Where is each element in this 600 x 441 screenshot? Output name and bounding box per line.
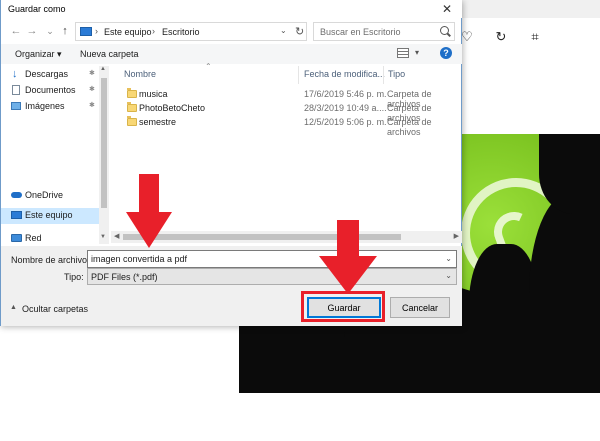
forward-button[interactable]: → [25,23,39,39]
table-row[interactable]: semestre 12/5/2019 5:06 p. m. Carpeta de… [111,116,462,137]
search-icon [440,26,449,35]
table-row[interactable]: musica 17/6/2019 5:46 p. m. Carpeta de a… [111,88,462,109]
breadcrumb-escritorio[interactable]: Escritorio [162,27,200,37]
chevron-down-icon[interactable]: ⌄ [280,26,287,35]
computer-icon [11,211,22,219]
pin-icon: ✱ [89,70,95,77]
scroll-left-icon[interactable]: ◀ [114,232,119,240]
folder-icon [127,102,137,112]
new-folder-button[interactable]: Nueva carpeta [80,49,139,59]
sidebar-item-este-equipo[interactable]: Este equipo [11,209,99,223]
sort-ascending-icon: ⌃ [205,62,212,71]
command-bar: Organizar ▾ Nueva carpeta ▾ ? [1,44,462,64]
sidebar-item-label: Este equipo [25,210,73,220]
scroll-down-icon[interactable]: ▼ [100,234,106,240]
crop-icon[interactable]: ⌗ [528,30,542,44]
dialog-title: Guardar como [8,4,66,14]
sidebar-item-descargas[interactable]: ↓ Descargas ✱ [11,68,99,82]
refresh-icon[interactable]: ↻ [295,25,304,38]
chevron-right-icon[interactable]: › [152,26,155,36]
file-date: 17/6/2019 5:46 p. m. [304,89,387,99]
chevron-down-icon[interactable]: ⌄ [445,254,452,263]
red-arrow-annotation [126,174,172,248]
dialog-titlebar[interactable]: Guardar como ✕ [1,0,462,18]
recent-locations-button[interactable]: ⌄ [43,23,57,39]
scroll-right-icon[interactable]: ▶ [454,232,459,240]
chevron-down-icon[interactable]: ▾ [415,48,419,57]
sidebar-item-label: Descargas [25,69,69,79]
save-button-highlight [301,291,385,322]
sidebar-item-onedrive[interactable]: OneDrive [11,189,99,203]
network-icon [11,234,22,242]
file-name: PhotoBetoCheto [139,103,206,113]
help-icon[interactable]: ? [440,47,452,59]
navigation-pane: ↓ Descargas ✱ Documentos ✱ Imágenes ✱ On… [1,66,109,244]
sidebar-item-imagenes[interactable]: Imágenes ✱ [11,100,99,114]
view-options-icon[interactable] [397,48,409,58]
save-form: Nombre de archivo: imagen convertida a p… [1,246,462,326]
file-name: musica [139,89,168,99]
red-arrow-annotation [319,220,377,294]
column-divider[interactable] [298,66,299,84]
sidebar-item-label: Red [25,233,42,243]
scroll-up-icon[interactable]: ▲ [100,66,106,72]
file-date: 12/5/2019 5:06 p. m. [304,117,387,127]
folder-icon [127,116,137,126]
file-type-value: PDF Files (*.pdf) [91,272,158,282]
cancel-button[interactable]: Cancelar [390,297,450,318]
save-as-dialog: Guardar como ✕ ← → ⌄ ↑ › Este equipo › E… [0,0,462,326]
computer-icon [80,27,92,36]
heart-icon[interactable]: ♡ [460,30,474,44]
sidebar-item-documentos[interactable]: Documentos ✱ [11,84,99,98]
chevron-down-icon[interactable]: ⌄ [445,271,452,280]
close-button[interactable]: ✕ [436,1,458,17]
column-divider[interactable] [383,66,384,84]
search-input[interactable]: Buscar en Escritorio [313,22,455,41]
navigation-pane-scrollbar[interactable]: ▲ ▼ [99,66,109,244]
sidebar-item-red[interactable]: Red [11,232,99,246]
scrollbar-thumb[interactable] [101,78,107,208]
file-type-label: Tipo: [64,272,84,282]
caret-up-icon: ▲ [10,304,17,311]
column-header-name[interactable]: Nombre [124,69,156,79]
chevron-right-icon[interactable]: › [95,26,98,36]
address-bar[interactable]: › Este equipo › Escritorio ⌄ ↻ [75,22,307,41]
pin-icon: ✱ [89,86,95,93]
pin-icon: ✱ [89,102,95,109]
document-icon [12,85,20,95]
filename-value[interactable]: imagen convertida a pdf [91,254,187,264]
file-name: semestre [139,117,177,127]
column-header-type[interactable]: Tipo [388,69,405,79]
hide-folders-label: Ocultar carpetas [22,304,89,314]
cloud-icon [11,192,22,198]
back-button[interactable]: ← [9,23,23,39]
folder-icon [127,88,137,98]
file-type-select[interactable]: PDF Files (*.pdf) ⌄ [87,268,457,285]
sidebar-item-label: Imágenes [25,101,65,111]
pictures-icon [11,102,21,110]
filename-label: Nombre de archivo: [11,255,90,265]
filename-input[interactable]: imagen convertida a pdf ⌄ [87,250,457,268]
up-button[interactable]: ↑ [58,23,72,39]
organize-menu-button[interactable]: Organizar ▾ [15,49,62,60]
background-app-toolbar: ♡ ↻ ⌗ [440,22,600,52]
search-placeholder: Buscar en Escritorio [320,27,401,37]
sidebar-item-label: Documentos [25,85,76,95]
sidebar-item-label: OneDrive [25,190,64,200]
file-type: Carpeta de archivos [387,117,432,137]
file-date: 28/3/2019 10:49 a.... [304,103,387,113]
table-row[interactable]: PhotoBetoCheto 28/3/2019 10:49 a.... Car… [111,102,462,123]
download-icon: ↓ [12,68,18,80]
breadcrumb-este-equipo[interactable]: Este equipo [104,27,152,37]
navigation-bar: ← → ⌄ ↑ › Este equipo › Escritorio ⌄ ↻ B… [1,21,462,41]
rotate-icon[interactable]: ↻ [494,30,508,44]
column-header-date[interactable]: Fecha de modifica... [304,69,385,79]
